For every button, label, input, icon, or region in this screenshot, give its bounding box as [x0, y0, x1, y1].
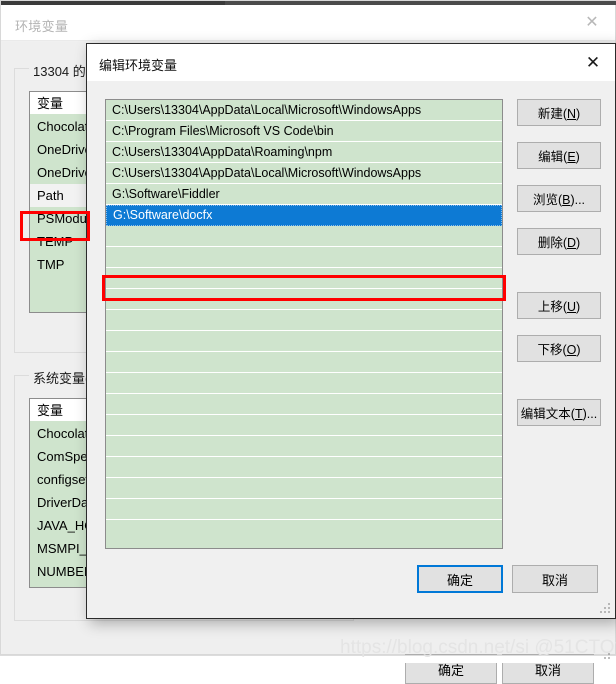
- path-action-button-b[interactable]: 浏览(B)...: [517, 185, 601, 212]
- outer-window-title: 环境变量: [15, 19, 69, 34]
- path-list-item-empty[interactable]: [106, 415, 502, 436]
- path-list-item-empty[interactable]: [106, 331, 502, 352]
- edit-environment-variable-dialog: 编辑环境变量 ✕ C:\Users\13304\AppData\Local\Mi…: [86, 43, 616, 619]
- path-list-item-empty[interactable]: [106, 478, 502, 499]
- path-action-button-t[interactable]: 编辑文本(T)...: [517, 399, 601, 426]
- edit-dialog-body: C:\Users\13304\AppData\Local\Microsoft\W…: [87, 81, 615, 618]
- path-action-button-e[interactable]: 编辑(E): [517, 142, 601, 169]
- path-list-item-empty[interactable]: [106, 226, 502, 247]
- close-icon[interactable]: ✕: [583, 53, 603, 73]
- path-list-item[interactable]: C:\Users\13304\AppData\Local\Microsoft\W…: [106, 163, 502, 184]
- window-bottom-strip: [0, 653, 616, 665]
- edit-ok-button[interactable]: 确定: [417, 565, 503, 593]
- path-list-item[interactable]: C:\Program Files\Microsoft VS Code\bin: [106, 121, 502, 142]
- path-list-item-empty[interactable]: [106, 289, 502, 310]
- resize-grip[interactable]: [600, 603, 612, 615]
- edit-cancel-button[interactable]: 取消: [512, 565, 598, 593]
- path-list-item-empty[interactable]: [106, 310, 502, 331]
- path-list-item-selected[interactable]: G:\Software\docfx: [106, 205, 502, 226]
- path-list-item-empty[interactable]: [106, 457, 502, 478]
- path-list-item-empty[interactable]: [106, 247, 502, 268]
- path-list-item-empty[interactable]: [106, 373, 502, 394]
- path-list-item-empty[interactable]: [106, 352, 502, 373]
- path-action-button-u[interactable]: 上移(U): [517, 292, 601, 319]
- close-icon[interactable]: ✕: [583, 14, 601, 32]
- outer-window-titlebar: 环境变量 ✕: [1, 5, 615, 41]
- path-list-item-empty[interactable]: [106, 268, 502, 289]
- path-list-item-empty[interactable]: [106, 394, 502, 415]
- path-list-item[interactable]: G:\Software\Fiddler: [106, 184, 502, 205]
- edit-dialog-title: 编辑环境变量: [99, 58, 178, 73]
- path-list-item-empty[interactable]: [106, 436, 502, 457]
- path-action-button-o[interactable]: 下移(O): [517, 335, 601, 362]
- path-list-item[interactable]: C:\Users\13304\AppData\Roaming\npm: [106, 142, 502, 163]
- path-list-item-empty[interactable]: [106, 499, 502, 520]
- edit-dialog-titlebar: 编辑环境变量 ✕: [87, 44, 615, 81]
- path-action-button-n[interactable]: 新建(N): [517, 99, 601, 126]
- path-list-item[interactable]: C:\Users\13304\AppData\Local\Microsoft\W…: [106, 100, 502, 121]
- outer-resize-grip[interactable]: [600, 653, 612, 665]
- path-entries-list[interactable]: C:\Users\13304\AppData\Local\Microsoft\W…: [105, 99, 503, 549]
- path-action-button-d[interactable]: 删除(D): [517, 228, 601, 255]
